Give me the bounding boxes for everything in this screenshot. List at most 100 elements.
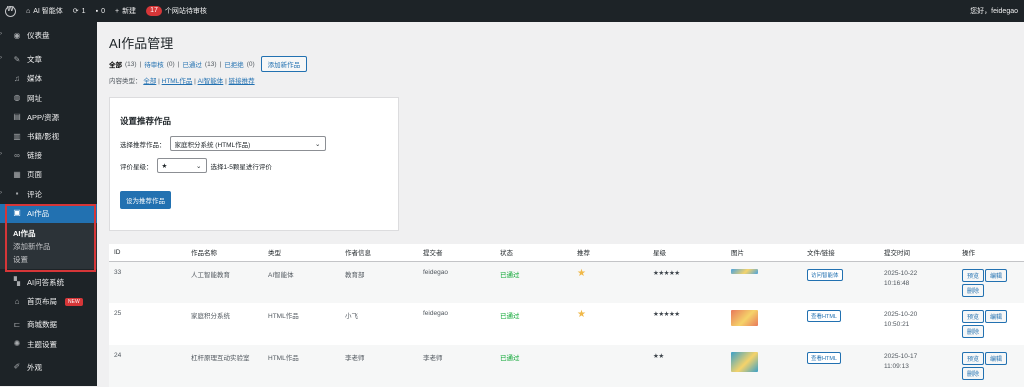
site-name: AI 智能体: [33, 8, 63, 15]
cell-submitter: feidegao: [423, 310, 448, 317]
updates-link[interactable]: ⟳ 1: [68, 0, 91, 22]
delete-button[interactable]: 删除: [962, 283, 985, 297]
cell-id: 24: [109, 345, 186, 387]
view-html-button[interactable]: 查看HTML: [807, 310, 841, 322]
thumbnail-image[interactable]: [731, 310, 758, 326]
edit-button[interactable]: 编辑: [985, 310, 1008, 323]
cell-submitter: 李老师: [418, 345, 495, 387]
col-type[interactable]: 类型: [263, 244, 340, 262]
new-content-link[interactable]: + 新建: [110, 0, 141, 22]
col-date[interactable]: 提交时间: [879, 244, 957, 262]
star-icon[interactable]: ★: [577, 309, 586, 320]
filter-rejected[interactable]: 已拒绝: [224, 59, 244, 69]
cell-date: 2025-10-17 11:09:13: [879, 345, 957, 387]
thumbnail-image[interactable]: [731, 268, 758, 274]
sidebar-item-pages[interactable]: ▦ 页面: [0, 165, 97, 184]
media-icon: ♫: [14, 73, 20, 83]
page-icon: ▦: [13, 169, 21, 179]
comments-count: 0: [101, 7, 105, 15]
col-id[interactable]: ID: [109, 244, 186, 262]
folder-icon: ▤: [13, 112, 21, 122]
type-filter-all[interactable]: 全部: [143, 78, 156, 85]
sidebar-item-posts[interactable]: › ✎ 文章: [0, 50, 97, 69]
comment-icon: ▪: [15, 189, 19, 199]
view-html-button[interactable]: 查看HTML: [807, 352, 841, 364]
edit-button[interactable]: 编辑: [985, 268, 1008, 282]
cell-status: 已通过: [495, 261, 572, 303]
preview-button[interactable]: 预览: [962, 352, 985, 365]
book-icon: ▥: [13, 131, 21, 141]
type-filter-html[interactable]: HTML作品: [162, 78, 193, 85]
col-recommend[interactable]: 推荐: [572, 244, 648, 262]
page-title: AI作品管理: [109, 36, 174, 51]
sidebar-item-comments[interactable]: › ▪ 评论: [0, 185, 97, 204]
site-name-link[interactable]: ⌂ AI 智能体: [21, 0, 68, 22]
filter-approved[interactable]: 已通过: [182, 59, 202, 69]
submenu-settings[interactable]: 设置: [0, 253, 97, 266]
sidebar-item-dashboard[interactable]: › ◉ 仪表盘: [0, 26, 97, 45]
cell-submitter: feidegao: [418, 261, 495, 303]
col-status[interactable]: 状态: [495, 244, 572, 262]
sidebar-item-shop-data[interactable]: ⊏ 商城数据: [0, 315, 97, 334]
new-badge: NEW: [65, 297, 83, 306]
cell-author: 李老师: [340, 345, 418, 387]
submenu-add-new[interactable]: 添加新作品: [0, 240, 97, 253]
col-author[interactable]: 作者信息: [340, 244, 418, 262]
ai-works-icon: ▣: [13, 208, 21, 218]
account-greeting[interactable]: 您好，feidegao: [965, 0, 1024, 22]
add-work-button[interactable]: 添加新作品: [260, 56, 308, 72]
col-stars[interactable]: 星级: [648, 244, 726, 262]
cell-image: [726, 261, 802, 303]
open-agent-button[interactable]: 访问智能体: [807, 268, 843, 281]
sidebar-item-links[interactable]: › ∞ 链接: [0, 146, 97, 165]
col-submitter[interactable]: 提交者: [418, 244, 495, 262]
filter-all[interactable]: 全部: [109, 59, 122, 69]
preview-button[interactable]: 预览: [962, 310, 985, 323]
cell-actions: 预览 编辑 删除: [957, 261, 1024, 303]
sidebar-item-media[interactable]: ♫ 媒体: [0, 69, 97, 88]
sidebar-item-sites[interactable]: ◍ 网址: [0, 89, 97, 108]
table-row: 24 杠杆原理互动实验室 HTML作品 李老师 李老师 已通过 ★★ 查看HTM…: [109, 345, 1024, 387]
cell-author: 教育部: [340, 261, 418, 303]
sidebar-item-ai-qa[interactable]: ▚ AI问答系统: [0, 273, 97, 292]
comments-link[interactable]: ▪ 0: [91, 0, 110, 22]
home-icon: ⌂: [14, 296, 20, 306]
set-recommend-button[interactable]: 设为推荐作品: [120, 191, 171, 209]
edit-button[interactable]: 编辑: [985, 352, 1008, 365]
review-notice[interactable]: 17 个网站待审核: [141, 0, 212, 22]
type-filter-agent[interactable]: AI智能体: [198, 78, 224, 85]
preview-button[interactable]: 预览: [962, 268, 985, 282]
pin-icon: ✎: [13, 54, 21, 64]
sidebar-item-apps[interactable]: ▤ APP/资源: [0, 108, 97, 127]
col-name[interactable]: 作品名称: [186, 244, 263, 262]
wordpress-icon: [5, 5, 16, 17]
sidebar-item-books[interactable]: ▥ 书籍/影视: [0, 127, 97, 146]
sidebar-item-theme-settings[interactable]: ✺ 主题设置: [0, 334, 97, 353]
type-filter-links[interactable]: 链接推荐: [229, 78, 255, 85]
star-icon[interactable]: ★: [577, 268, 586, 279]
rating-select[interactable]: ★ ⌄: [156, 158, 207, 173]
cell-date: 2025-10-20 10:50:21: [884, 311, 918, 328]
gear-icon: ✺: [13, 339, 21, 349]
submenu-ai-works[interactable]: AI作品: [0, 227, 97, 240]
comment-icon: ▪: [95, 7, 99, 15]
admin-bar: ⌂AI 智能体 ⟳1 ▪0 +新建 17个网站待审核 您好，feidegao: [0, 0, 1024, 22]
wordpress-logo[interactable]: [0, 0, 21, 22]
col-file[interactable]: 文件/链接: [802, 244, 879, 262]
delete-button[interactable]: 删除: [962, 325, 985, 338]
sidebar-item-ai-works[interactable]: ▣ AI作品: [0, 203, 97, 223]
cell-actions: 预览 编辑 删除: [957, 303, 1024, 345]
sidebar-item-appearance[interactable]: ✐ 外观: [0, 358, 97, 377]
gauge-icon: ◉: [13, 30, 21, 40]
table-row: 33 人工智能教育 AI智能体 教育部 feidegao 已通过 ★ ★★★★★…: [109, 261, 1024, 303]
cell-type: AI智能体: [263, 261, 340, 303]
col-image[interactable]: 图片: [726, 244, 802, 262]
chevron-down-icon: ⌄: [196, 162, 202, 170]
recommend-select[interactable]: 家庭积分系统 (HTML作品) ⌄: [169, 136, 326, 151]
col-actions[interactable]: 操作: [957, 244, 1024, 262]
sidebar-item-home-layout[interactable]: ⌂ 首页布局 NEW: [0, 292, 97, 311]
thumbnail-image[interactable]: [731, 352, 758, 372]
filter-pending[interactable]: 待审核: [144, 59, 164, 69]
delete-button[interactable]: 删除: [962, 367, 985, 380]
cell-recommend: ★: [572, 261, 648, 303]
